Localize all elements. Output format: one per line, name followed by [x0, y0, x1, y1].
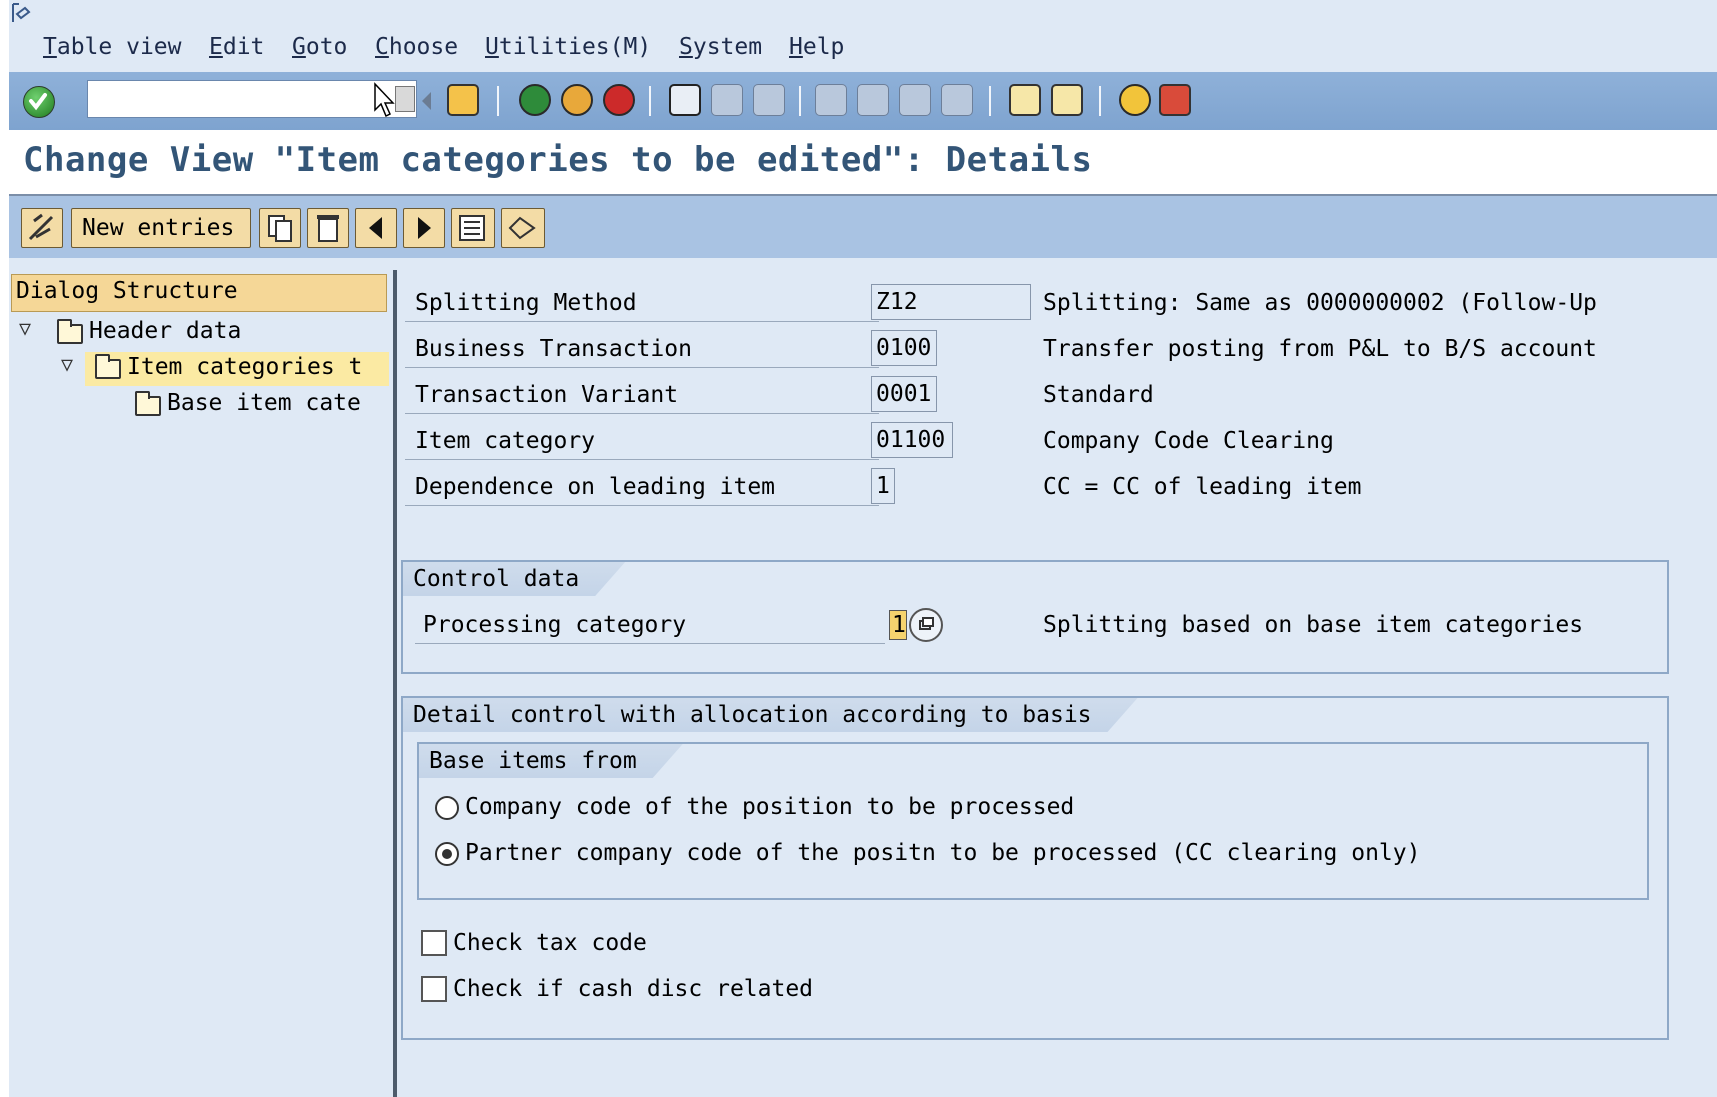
processing-category-field[interactable]: 1: [889, 610, 907, 640]
new-entries-label: New entries: [82, 215, 235, 241]
folder-icon: [57, 319, 83, 344]
find-next-icon[interactable]: [753, 84, 785, 116]
business-transaction-description: Transfer posting from P&L to B/S account: [1043, 336, 1597, 362]
check-tax-code-label: Check tax code: [453, 930, 647, 956]
sap-window: Table view Edit Goto Choose Utilities(M)…: [9, 0, 1717, 1097]
expand-triangle-icon[interactable]: ▽: [19, 316, 31, 340]
exit-icon[interactable]: [561, 84, 593, 116]
check-cash-disc-checkbox[interactable]: [421, 976, 447, 1002]
cancel-icon[interactable]: [603, 84, 635, 116]
folder-icon: [135, 391, 161, 416]
system-menu-icon[interactable]: [11, 2, 31, 24]
title-bar: Change View "Item categories to be edite…: [9, 130, 1717, 196]
transaction-variant-label: Transaction Variant: [405, 376, 879, 414]
new-entries-button[interactable]: New entries: [71, 208, 251, 248]
control-data-title: Control data: [403, 562, 625, 596]
previous-page-icon[interactable]: [857, 84, 889, 116]
shortcut-icon[interactable]: [1051, 84, 1083, 116]
check-tax-code-checkbox[interactable]: [421, 930, 447, 956]
open-folder-icon: [95, 354, 121, 379]
delete-icon[interactable]: [307, 208, 349, 248]
radio-partner-company-code[interactable]: [435, 842, 459, 866]
copy-as-icon[interactable]: [259, 208, 301, 248]
menu-utilities[interactable]: Utilities(M): [485, 34, 651, 60]
next-page-icon[interactable]: [899, 84, 931, 116]
enter-check-icon[interactable]: [23, 86, 55, 118]
new-session-icon[interactable]: [1009, 84, 1041, 116]
base-items-from-title: Base items from: [419, 744, 683, 778]
toolbar-separator: [497, 86, 499, 116]
back-icon[interactable]: [519, 84, 551, 116]
menu-table-view[interactable]: Table view: [43, 34, 181, 60]
tree-node-label: Base item cate: [167, 390, 361, 416]
mouse-cursor-icon: [374, 82, 395, 118]
toolbar-separator: [799, 86, 801, 116]
transaction-variant-description: Standard: [1043, 382, 1154, 408]
last-page-icon[interactable]: [941, 84, 973, 116]
tree-node-item-categories[interactable]: ▽ Item categories t: [61, 352, 389, 386]
back-arrow-small-icon[interactable]: [419, 90, 435, 112]
menu-system[interactable]: System: [679, 34, 762, 60]
next-entry-icon[interactable]: [403, 208, 445, 248]
toolbar-separator: [1099, 86, 1101, 116]
previous-entry-icon[interactable]: [355, 208, 397, 248]
tree-node-base-item-categories[interactable]: Base item cate: [9, 388, 389, 422]
menu-choose[interactable]: Choose: [375, 34, 458, 60]
item-category-field[interactable]: 01100: [871, 422, 953, 458]
dependence-leading-item-field[interactable]: 1: [871, 468, 895, 504]
detail-control-group: Detail control with allocation according…: [401, 696, 1669, 1040]
processing-category-label: Processing category: [415, 606, 885, 644]
item-category-label: Item category: [405, 422, 879, 460]
expand-triangle-icon[interactable]: ▽: [61, 352, 73, 376]
variable-list-icon[interactable]: [451, 208, 495, 248]
display-change-icon[interactable]: [21, 208, 63, 248]
command-field-input[interactable]: [87, 80, 417, 118]
check-cash-disc-label: Check if cash disc related: [453, 976, 814, 1002]
business-transaction-field[interactable]: 0100: [871, 330, 937, 366]
toolbar-separator: [649, 86, 651, 116]
menu-edit[interactable]: Edit: [209, 34, 264, 60]
application-toolbar: New entries: [9, 196, 1717, 258]
transport-icon[interactable]: [501, 208, 545, 248]
menu-bar: Table view Edit Goto Choose Utilities(M)…: [9, 0, 1717, 72]
dialog-structure-panel: Dialog Structure ▽ Header data ▽ Item ca…: [9, 270, 397, 1097]
processing-category-description: Splitting based on base item categories: [1043, 612, 1584, 638]
item-category-description: Company Code Clearing: [1043, 428, 1334, 454]
tree-node-label: Header data: [89, 318, 242, 344]
find-icon[interactable]: [711, 84, 743, 116]
tree-node-header-data[interactable]: ▽ Header data: [9, 316, 389, 350]
standard-toolbar: [9, 72, 1717, 131]
layout-menu-icon[interactable]: [1159, 84, 1191, 116]
menu-goto[interactable]: Goto: [292, 34, 347, 60]
menu-help[interactable]: Help: [789, 34, 844, 60]
toolbar-separator: [989, 86, 991, 116]
control-data-group: Control data Processing category 1 Split…: [401, 560, 1669, 674]
first-page-icon[interactable]: [815, 84, 847, 116]
tree-node-label: Item categories t: [127, 354, 363, 380]
splitting-method-label: Splitting Method: [405, 284, 879, 322]
save-icon[interactable]: [447, 84, 479, 116]
page-title: Change View "Item categories to be edite…: [23, 140, 1093, 180]
help-icon[interactable]: [1119, 84, 1151, 116]
detail-control-title: Detail control with allocation according…: [403, 698, 1138, 732]
dependence-leading-item-description: CC = CC of leading item: [1043, 474, 1362, 500]
splitting-method-field[interactable]: Z12: [871, 284, 1031, 320]
radio-company-code[interactable]: [435, 796, 459, 820]
transaction-variant-field[interactable]: 0001: [871, 376, 937, 412]
radio-partner-company-code-label: Partner company code of the positn to be…: [465, 840, 1421, 866]
splitting-method-description: Splitting: Same as 0000000002 (Follow-Up: [1043, 290, 1597, 316]
radio-company-code-label: Company code of the position to be proce…: [465, 794, 1075, 820]
business-transaction-label: Business Transaction: [405, 330, 879, 368]
dialog-structure-header: Dialog Structure: [11, 274, 387, 312]
dependence-leading-item-label: Dependence on leading item: [405, 468, 879, 506]
print-icon[interactable]: [669, 84, 701, 116]
base-items-from-group: Base items from Company code of the posi…: [417, 742, 1649, 900]
value-help-icon[interactable]: [909, 608, 943, 642]
